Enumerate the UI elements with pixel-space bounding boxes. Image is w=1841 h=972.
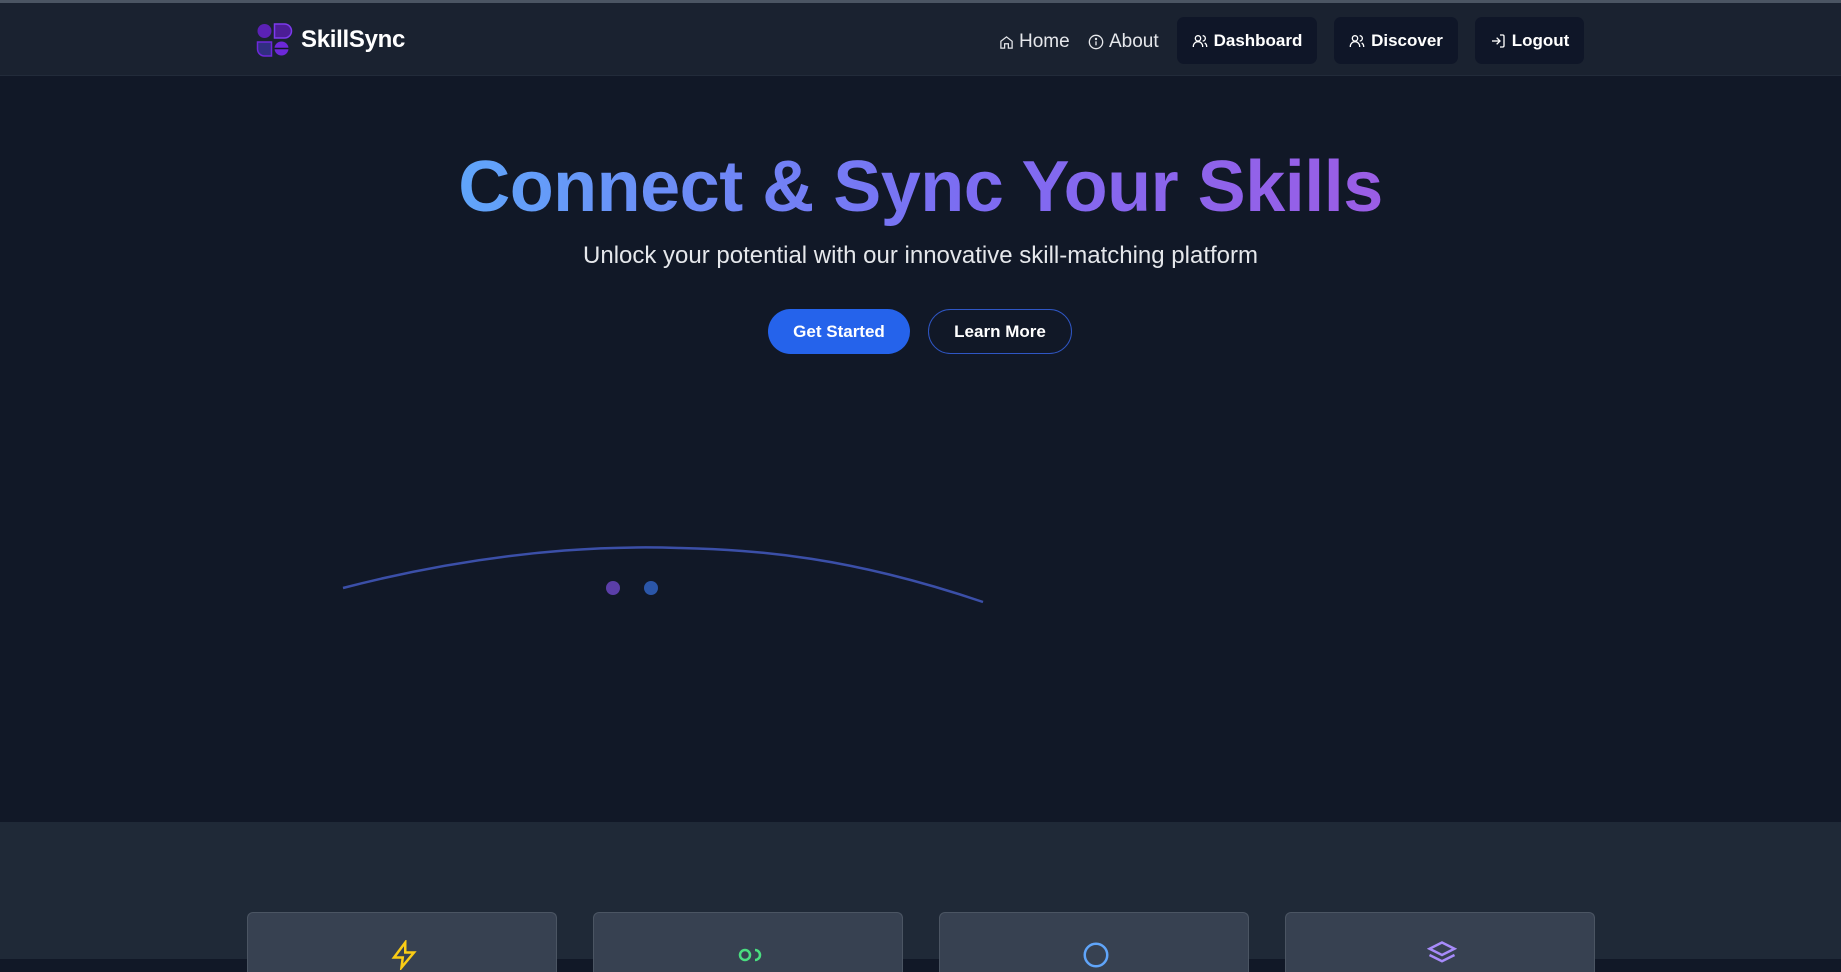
nav-home-link[interactable]: Home <box>999 29 1070 55</box>
discover-label: Discover <box>1371 30 1443 50</box>
users-icon <box>1349 34 1365 47</box>
nav-about-label: About <box>1109 31 1159 52</box>
dashboard-button[interactable]: Dashboard <box>1177 17 1317 64</box>
feature-card[interactable] <box>247 912 557 972</box>
discover-button[interactable]: Discover <box>1334 17 1458 64</box>
wave-dot-blue <box>644 581 658 595</box>
feature-card[interactable] <box>939 912 1249 972</box>
brand[interactable]: SkillSync <box>255 21 405 59</box>
nav-about-link[interactable]: About <box>1088 29 1159 55</box>
login-arrow-icon <box>1491 33 1505 48</box>
logout-label: Logout <box>1511 30 1570 50</box>
layers-icon <box>1427 941 1457 963</box>
users-icon <box>1192 34 1207 47</box>
navbar: SkillSync Home About Dashboard Discover … <box>0 3 1841 76</box>
lightning-icon <box>391 940 417 970</box>
feature-card[interactable] <box>593 912 903 972</box>
hero-wave-decoration <box>342 546 984 604</box>
hero-section: Connect & Sync Your Skills Unlock your p… <box>0 77 1841 822</box>
features-section <box>0 822 1841 972</box>
brand-name: SkillSync <box>301 26 406 53</box>
wave-dot-purple <box>606 581 620 595</box>
info-icon <box>1088 34 1104 50</box>
brand-logo-icon <box>256 23 293 57</box>
home-icon <box>1000 35 1013 49</box>
wave-line <box>342 546 984 604</box>
feature-card[interactable] <box>1285 912 1595 972</box>
toggle-icon <box>738 948 762 962</box>
dashboard-label: Dashboard <box>1213 30 1303 50</box>
circle-icon <box>1083 942 1109 968</box>
nav-home-label: Home <box>1019 31 1070 52</box>
logout-button[interactable]: Logout <box>1475 17 1584 64</box>
